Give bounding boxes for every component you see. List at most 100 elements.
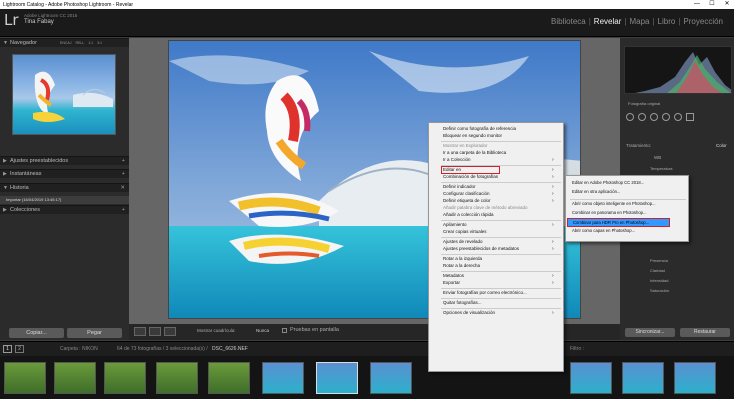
copy-settings-button[interactable]: Copiar...	[9, 328, 64, 338]
menu-item-label: Añadir palabra clave de método abreviado	[443, 205, 528, 210]
close-button[interactable]: ✕	[720, 0, 734, 9]
menu-separator	[441, 254, 561, 255]
filmstrip-thumb[interactable]	[674, 362, 716, 394]
grid-select[interactable]: Nunca	[256, 328, 269, 333]
filmstrip-thumb[interactable]	[370, 362, 412, 394]
presets-header[interactable]: ▶ Ajustes preestablecidos +	[0, 156, 129, 165]
file-name[interactable]: DSC_6626.NEF	[212, 346, 248, 352]
add-preset-icon[interactable]: +	[122, 157, 125, 166]
menu-item[interactable]: Definir indicador ›	[443, 184, 554, 190]
collections-header[interactable]: ▶ Colecciones +	[0, 205, 129, 214]
menu-item[interactable]: Enviar fotografías por correo electrónic…	[443, 290, 527, 295]
zoom-3-1[interactable]: 3:1	[97, 39, 102, 48]
submenu-item[interactable]: Combinar para HDR Pro en Photoshop...	[567, 218, 670, 227]
filmstrip-thumb-selected[interactable]	[316, 362, 358, 394]
clear-history-icon[interactable]: ✕	[120, 184, 125, 193]
submenu-item-label: Abrir como objeto inteligente en Photosh…	[572, 201, 656, 206]
paste-settings-button[interactable]: Pegar	[67, 328, 122, 338]
filmstrip-thumb[interactable]	[570, 362, 612, 394]
minimize-button[interactable]: —	[690, 0, 704, 9]
menu-item-label: Apilamiento	[443, 222, 467, 227]
submenu-item[interactable]: Abrir como objeto inteligente en Photosh…	[572, 201, 656, 206]
add-snapshot-icon[interactable]: +	[122, 170, 125, 179]
folder-label[interactable]: Carpeta : NIKON	[60, 346, 98, 352]
menu-separator	[441, 271, 561, 272]
filmstrip-thumb[interactable]	[156, 362, 198, 394]
graduated-filter-icon[interactable]	[662, 113, 670, 121]
treatment-label: Tratamiento:	[626, 143, 652, 148]
module-proyeccion[interactable]: Proyección	[680, 17, 726, 26]
menu-item[interactable]: Definir como fotografía de referencia	[443, 126, 516, 131]
history-item[interactable]: Importar (16/04/2019 13:45:17)	[0, 196, 129, 204]
menu-item[interactable]: Opciones de visualización ›	[443, 310, 554, 316]
vibrance-label: Intensidad	[650, 278, 669, 283]
treatment-color[interactable]: Color	[716, 143, 727, 148]
menu-item[interactable]: Apilamiento ›	[443, 222, 554, 228]
zoom-fit[interactable]: ENCAJ	[60, 39, 71, 48]
module-revelar[interactable]: Revelar	[591, 17, 625, 26]
filter-label: Filtro :	[570, 346, 584, 352]
compare-view-icon[interactable]	[149, 327, 161, 336]
navigator-header[interactable]: ▼ Navegador ENCAJ RELL 1:1 3:1	[0, 38, 129, 47]
radial-filter-icon[interactable]	[674, 113, 682, 121]
crop-tool-icon[interactable]	[626, 113, 634, 121]
original-photo-label: Fotografía original	[628, 101, 661, 106]
menu-item[interactable]: Ir a una carpeta de la Biblioteca	[443, 150, 506, 155]
menu-item-label: Ir a Colección	[443, 157, 471, 162]
menu-item[interactable]: Ajustes de revelado ›	[443, 239, 554, 245]
menu-item[interactable]: Rotar a la izquierda	[443, 256, 482, 261]
snapshots-title: Instantáneas	[10, 171, 42, 177]
menu-item[interactable]: Añadir a colección rápida	[443, 212, 494, 217]
spot-removal-icon[interactable]	[638, 113, 646, 121]
maximize-button[interactable]: ☐	[705, 0, 719, 9]
filmstrip-thumb[interactable]	[104, 362, 146, 394]
reset-button[interactable]: Restaurar	[680, 328, 730, 337]
menu-item[interactable]: Quitar fotografías...	[443, 300, 482, 305]
menu-item[interactable]: Exportar ›	[443, 280, 554, 286]
monitor-2-button[interactable]: 2	[15, 345, 24, 353]
menu-separator	[441, 288, 561, 289]
survey-view-icon[interactable]	[164, 327, 176, 336]
brush-icon[interactable]	[686, 113, 694, 121]
add-collection-icon[interactable]: +	[122, 206, 125, 215]
submenu-item[interactable]: Editar en otra aplicación...	[572, 189, 620, 194]
softproof-checkbox[interactable]	[282, 328, 287, 333]
submenu-item[interactable]: Combinar en panorama en Photoshop...	[572, 210, 647, 215]
module-biblioteca[interactable]: Biblioteca	[548, 17, 589, 26]
zoom-fill[interactable]: RELL	[75, 39, 84, 48]
menu-item[interactable]: Crear copias virtuales	[443, 229, 487, 234]
red-eye-icon[interactable]	[650, 113, 658, 121]
menu-item[interactable]: Combinación de fotografías ›	[443, 174, 554, 180]
filmstrip-thumb[interactable]	[622, 362, 664, 394]
menu-separator	[441, 141, 561, 142]
menu-item[interactable]: Ajustes preestablecidos de metadatos ›	[443, 246, 554, 252]
loupe-view-icon[interactable]	[134, 327, 146, 336]
submenu-item[interactable]: Editar en Adobe Photoshop CC 2018...	[572, 180, 644, 185]
history-header[interactable]: ▼ Historia ✕	[0, 183, 129, 192]
menu-item[interactable]: Definir etiqueta de color ›	[443, 198, 554, 204]
collapse-triangle-icon: ▼	[3, 185, 8, 191]
filmstrip-thumb[interactable]	[54, 362, 96, 394]
module-libro[interactable]: Libro	[655, 17, 679, 26]
window-title: Lightroom Catalog - Adobe Photoshop Ligh…	[3, 1, 134, 8]
menu-item[interactable]: Configurar clasificación ›	[443, 191, 554, 197]
module-mapa[interactable]: Mapa	[626, 17, 652, 26]
menu-item[interactable]: Editar en ›	[430, 166, 563, 174]
menu-separator	[441, 308, 561, 309]
menu-item[interactable]: Metadatos ›	[443, 273, 554, 279]
menu-item[interactable]: Ir a Colección ›	[443, 157, 554, 163]
filmstrip-thumb[interactable]	[208, 362, 250, 394]
monitor-1-button[interactable]: 1	[3, 345, 12, 353]
navigator-preview[interactable]	[12, 54, 116, 135]
lightroom-logo: Lr	[4, 11, 19, 29]
menu-item-label: Definir como fotografía de referencia	[443, 126, 517, 131]
filmstrip-thumb[interactable]	[262, 362, 304, 394]
zoom-1-1[interactable]: 1:1	[88, 39, 93, 48]
submenu-item[interactable]: Abrir como capas en Photoshop...	[572, 228, 635, 233]
snapshots-header[interactable]: ▶ Instantáneas +	[0, 169, 129, 178]
menu-item[interactable]: Rotar a la derecha	[443, 263, 480, 268]
edit-in-submenu: Editar en Adobe Photoshop CC 2018... Edit…	[565, 175, 689, 242]
filmstrip-thumb[interactable]	[4, 362, 46, 394]
sync-button[interactable]: Sincronizar...	[625, 328, 675, 337]
menu-item[interactable]: Bloquear en segundo monitor	[443, 133, 502, 138]
